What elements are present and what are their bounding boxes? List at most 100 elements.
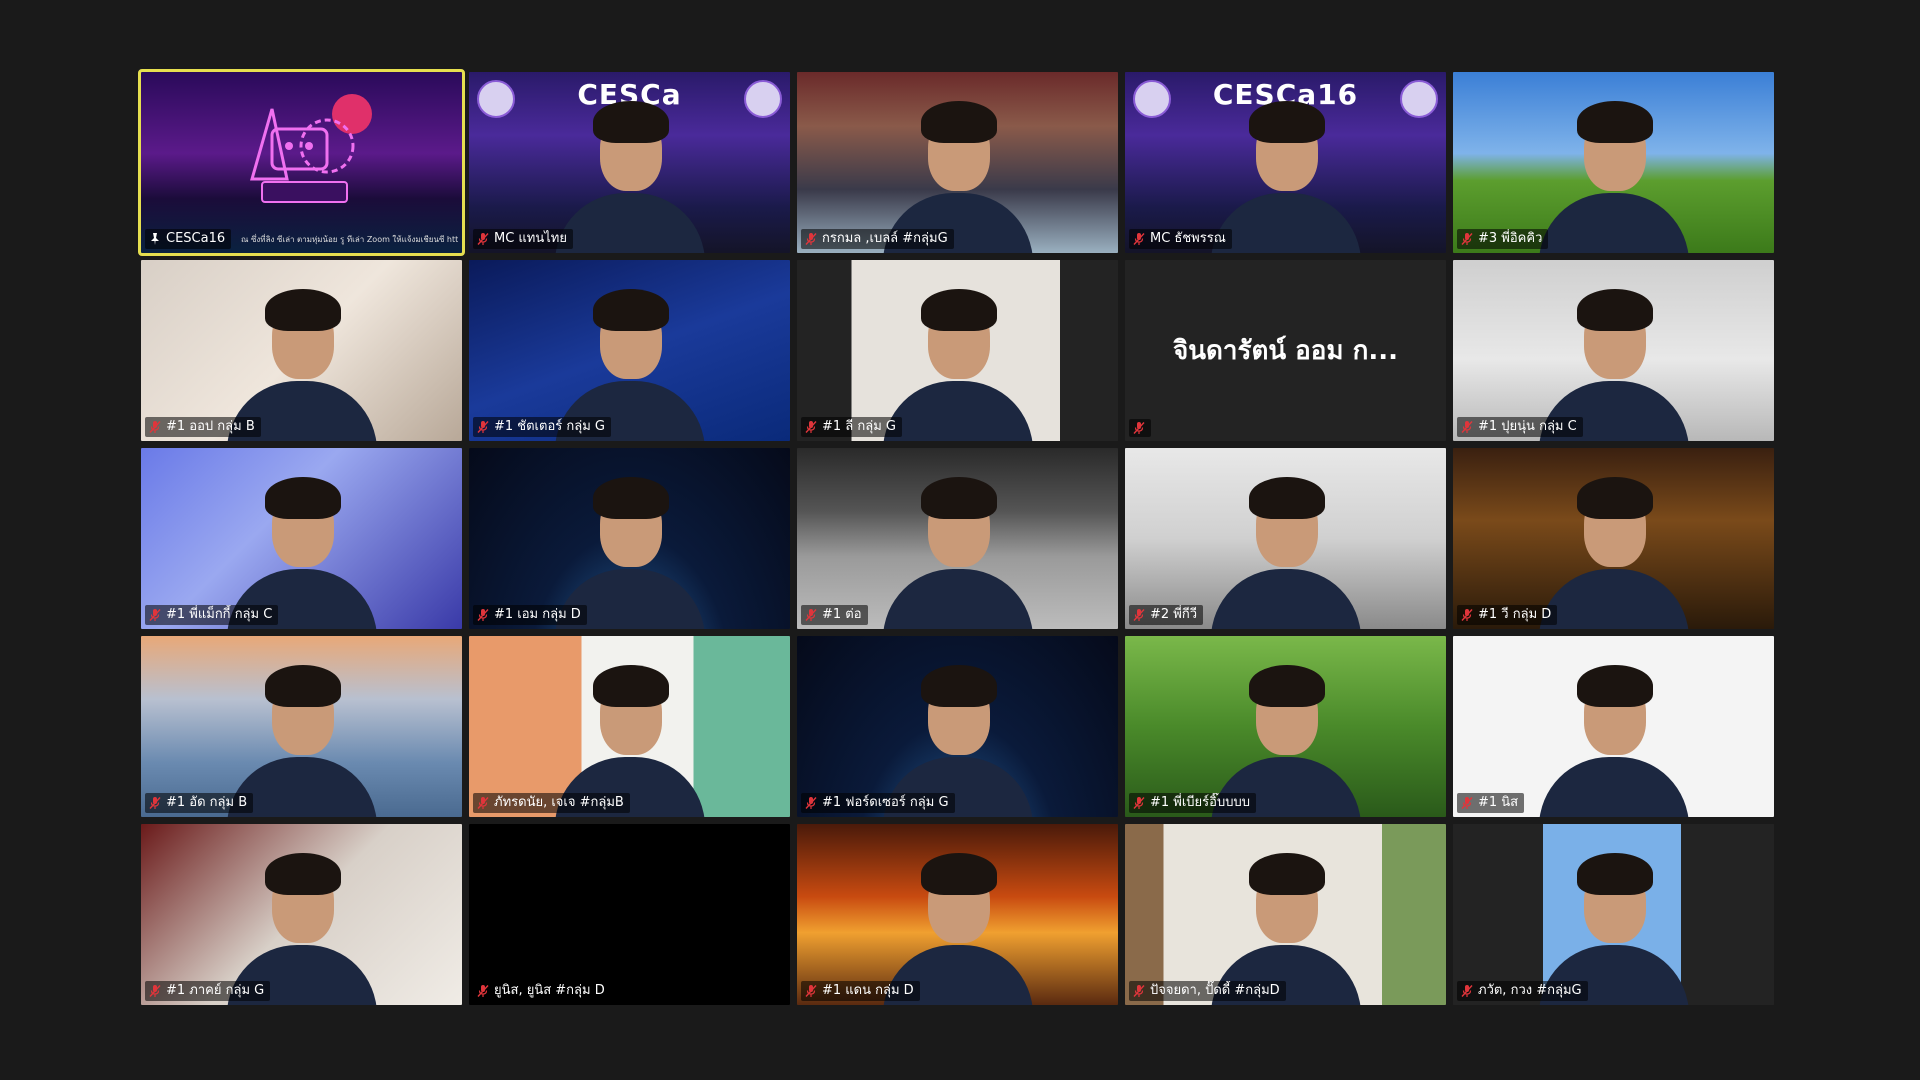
mic-muted-icon: [477, 609, 489, 621]
pin-icon: [151, 233, 159, 245]
participant-tile[interactable]: จินดารัตน์ ออม ก...: [1125, 260, 1446, 441]
mic-muted-icon: [1461, 233, 1473, 245]
participant-tile[interactable]: #1 ลี กลุ่ม G: [797, 260, 1118, 441]
participant-tile[interactable]: ภัทรดนัย, เจเจ #กลุ่มB: [469, 636, 790, 817]
participant-tile[interactable]: #1 แดน กลุ่ม D: [797, 824, 1118, 1005]
mic-muted-icon: [1461, 609, 1473, 621]
participant-name: MC ธัชพรรณ: [1150, 231, 1226, 246]
participant-name: #1 ต่อ: [822, 607, 862, 622]
participant-nameplate: #2 พี่กีวี: [1129, 605, 1204, 625]
participant-nameplate: #1 ฟอร์ดเซอร์ กลุ่ม G: [801, 793, 955, 813]
participant-nameplate: #1 ลี กลุ่ม G: [801, 417, 903, 437]
participant-nameplate: #1 วี กลุ่ม D: [1457, 605, 1558, 625]
participant-tile[interactable]: #1 เอม กลุ่ม D: [469, 448, 790, 629]
participant-nameplate: ปัจจยดา, ปั๊ดดี้ #กลุ่มD: [1129, 981, 1286, 1001]
participant-name: #1 ฟอร์ดเซอร์ กลุ่ม G: [822, 795, 949, 810]
participant-figure: [1538, 469, 1689, 629]
mic-muted-icon: [1133, 797, 1145, 809]
participant-tile[interactable]: #1 ชัตเตอร์ กลุ่ม G: [469, 260, 790, 441]
participant-tile[interactable]: ณ ซึ่งที่ลิง ซีเล่า ตามหุ่มน้อย รู ทีเล่…: [138, 69, 465, 256]
participant-name: #2 พี่กีวี: [1150, 607, 1198, 622]
logo-left-icon: [477, 80, 515, 118]
mic-muted-icon: [805, 609, 817, 621]
participant-nameplate: #1 นิส: [1457, 793, 1525, 813]
participant-name: ปัจจยดา, ปั๊ดดี้ #กลุ่มD: [1150, 983, 1280, 998]
mic-muted-icon: [1461, 797, 1473, 809]
participant-display-name: จินดารัตน์ ออม ก...: [1173, 336, 1398, 366]
participant-name: #1 ออป กลุ่ม B: [166, 419, 255, 434]
mic-muted-icon: [805, 797, 817, 809]
participant-nameplate: #1 ต่อ: [801, 605, 868, 625]
participant-name: #1 วี กลุ่ม D: [1478, 607, 1552, 622]
participant-name: #1 พี่เบียร์อิ๊บบบบ: [1150, 795, 1250, 810]
participant-tile[interactable]: #2 พี่กีวี: [1125, 448, 1446, 629]
participant-tile[interactable]: #1 ปุยนุ่น กลุ่ม C: [1453, 260, 1774, 441]
mic-muted-icon: [1461, 985, 1473, 997]
participant-name: #1 ชัตเตอร์ กลุ่ม G: [494, 419, 605, 434]
participant-name: #1 แดน กลุ่ม D: [822, 983, 914, 998]
participant-nameplate: #1 แดน กลุ่ม D: [801, 981, 920, 1001]
participant-nameplate: #1 ภาคย์ กลุ่ม G: [145, 981, 271, 1001]
participant-nameplate: #1 ปุยนุ่น กลุ่ม C: [1457, 417, 1583, 437]
participant-nameplate: ภัทรดนัย, เจเจ #กลุ่มB: [473, 793, 630, 813]
participant-tile[interactable]: #1 ต่อ: [797, 448, 1118, 629]
participant-nameplate: #3 พี่อิคคิว: [1457, 229, 1549, 249]
mic-muted-icon: [805, 985, 817, 997]
mic-muted-icon: [1133, 422, 1145, 434]
participant-nameplate: #1 พี่เบียร์อิ๊บบบบ: [1129, 793, 1256, 813]
video-gallery: ณ ซึ่งที่ลิง ซีเล่า ตามหุ่มน้อย รู ทีเล่…: [138, 69, 1776, 1007]
participant-tile[interactable]: CESCa MC แทนไทย: [469, 72, 790, 253]
mic-muted-icon: [1133, 985, 1145, 997]
participant-figure: [1210, 93, 1361, 253]
participant-tile[interactable]: CESCa16 MC ธัชพรรณ: [1125, 72, 1446, 253]
logo-left-icon: [1133, 80, 1171, 118]
cesca-logo: [249, 94, 372, 203]
participant-tile[interactable]: #1 พี่เบียร์อิ๊บบบบ: [1125, 636, 1446, 817]
mic-muted-icon: [1133, 609, 1145, 621]
participant-nameplate: #1 เอม กลุ่ม D: [473, 605, 587, 625]
mic-muted-icon: [1461, 421, 1473, 433]
participant-video: [469, 824, 790, 1005]
participant-tile[interactable]: #1 วี กลุ่ม D: [1453, 448, 1774, 629]
participant-nameplate: #1 ออป กลุ่ม B: [145, 417, 261, 437]
participant-tile[interactable]: #1 ออป กลุ่ม B: [141, 260, 462, 441]
mic-muted-icon: [149, 797, 161, 809]
participant-tile[interactable]: #3 พี่อิคคิว: [1453, 72, 1774, 253]
participant-name: ภวัต, กวง #กลุ่มG: [1478, 983, 1582, 998]
mic-muted-icon: [477, 797, 489, 809]
participant-nameplate: กรกมล ,เบลล์ #กลุ่มG: [801, 229, 954, 249]
participant-figure: [1538, 657, 1689, 817]
participant-tile[interactable]: ปัจจยดา, ปั๊ดดี้ #กลุ่มD: [1125, 824, 1446, 1005]
participant-name: #1 ปุยนุ่น กลุ่ม C: [1478, 419, 1577, 434]
mic-muted-icon: [805, 421, 817, 433]
participant-tile[interactable]: ยูนิส, ยูนิส #กลุ่ม D: [469, 824, 790, 1005]
participant-figure: [554, 93, 705, 253]
participant-nameplate: MC แทนไทย: [473, 229, 573, 249]
participant-tile[interactable]: #1 อัด กลุ่ม B: [141, 636, 462, 817]
participant-name: MC แทนไทย: [494, 231, 567, 246]
mic-muted-icon: [477, 421, 489, 433]
mic-muted-icon: [477, 233, 489, 245]
participant-name: ภัทรดนัย, เจเจ #กลุ่มB: [494, 795, 624, 810]
mic-muted-icon: [149, 609, 161, 621]
participant-name: #1 นิส: [1478, 795, 1519, 810]
participant-nameplate: CESCa16: [145, 229, 232, 249]
participant-nameplate: ยูนิส, ยูนิส #กลุ่ม D: [473, 981, 611, 1001]
participant-tile[interactable]: ภวัต, กวง #กลุ่มG: [1453, 824, 1774, 1005]
participant-name: #1 เอม กลุ่ม D: [494, 607, 581, 622]
mic-muted-icon: [1133, 233, 1145, 245]
subtitle-text: ณ ซึ่งที่ลิง ซีเล่า ตามหุ่มน้อย รู ทีเล่…: [241, 235, 458, 244]
participant-tile[interactable]: #1 พี่แม็กกี้ กลุ่ม C: [141, 448, 462, 629]
participant-tile[interactable]: #1 นิส: [1453, 636, 1774, 817]
participant-name: #1 ภาคย์ กลุ่ม G: [166, 983, 265, 998]
participant-nameplate: #1 อัด กลุ่ม B: [145, 793, 254, 813]
participant-tile[interactable]: #1 ภาคย์ กลุ่ม G: [141, 824, 462, 1005]
participant-name: #1 พี่แม็กกี้ กลุ่ม C: [166, 607, 273, 622]
participant-name: #1 ลี กลุ่ม G: [822, 419, 897, 434]
mic-muted-icon: [805, 233, 817, 245]
logo-right-icon: [744, 80, 782, 118]
participant-name: #3 พี่อิคคิว: [1478, 231, 1543, 246]
participant-figure: [1210, 469, 1361, 629]
participant-tile[interactable]: กรกมล ,เบลล์ #กลุ่มG: [797, 72, 1118, 253]
participant-tile[interactable]: #1 ฟอร์ดเซอร์ กลุ่ม G: [797, 636, 1118, 817]
